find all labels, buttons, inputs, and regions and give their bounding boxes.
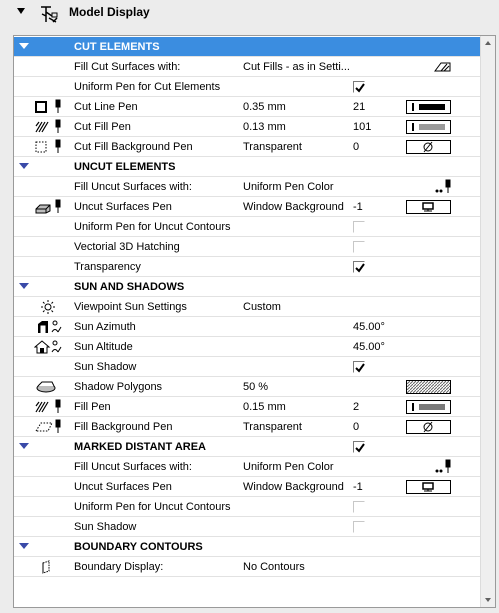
expand-arrow-icon[interactable] bbox=[19, 443, 29, 449]
fill-pen-icon bbox=[35, 399, 61, 413]
row-marked-uniform-pen-uncut-contours[interactable]: Uniform Pen for Uncut Contours bbox=[14, 497, 481, 517]
panel-title: Model Display bbox=[69, 5, 150, 19]
viewpoint-sun-settings-select[interactable]: Custom bbox=[243, 301, 281, 313]
scroll-up-arrow-icon[interactable] bbox=[485, 41, 491, 45]
boundary-display-select[interactable]: No Contours bbox=[243, 561, 305, 573]
cut-fill-pen-swatch[interactable] bbox=[406, 120, 451, 134]
cut-fill-background-pen-icon bbox=[35, 139, 61, 153]
shadow-fill-pen-number[interactable]: 2 bbox=[353, 401, 359, 413]
expand-arrow-icon[interactable] bbox=[19, 543, 29, 549]
sun-azimuth-value[interactable]: 45.00° bbox=[353, 321, 385, 333]
window-background-swatch[interactable] bbox=[406, 200, 451, 214]
row-fill-cut-surfaces[interactable]: Fill Cut Surfaces with: Cut Fills - as i… bbox=[14, 57, 481, 77]
row-fill-uncut-surfaces[interactable]: Fill Uncut Surfaces with: Uniform Pen Co… bbox=[14, 177, 481, 197]
row-cut-line-pen[interactable]: Cut Line Pen 0.35 mm 21 bbox=[14, 97, 481, 117]
cut-fill-pen-icon bbox=[35, 119, 61, 133]
cut-line-pen-swatch[interactable] bbox=[406, 100, 451, 114]
row-boundary-display[interactable]: Boundary Display: No Contours bbox=[14, 557, 481, 577]
section-marked-distant-area[interactable]: MARKED DISTANT AREA bbox=[14, 437, 481, 457]
marked-uniform-pen-uncut-contours-checkbox[interactable] bbox=[353, 501, 365, 513]
row-cut-fill-background-pen[interactable]: Cut Fill Background Pen Transparent 0 bbox=[14, 137, 481, 157]
uncut-surfaces-pen-icon bbox=[35, 199, 61, 214]
fill-cut-surfaces-select[interactable]: Cut Fills - as in Setti... bbox=[243, 61, 350, 73]
monitor-icon bbox=[422, 202, 434, 212]
row-transparency[interactable]: Transparency bbox=[14, 257, 481, 277]
row-vectorial-3d-hatching[interactable]: Vectorial 3D Hatching bbox=[14, 237, 481, 257]
expand-arrow-icon[interactable] bbox=[19, 163, 29, 169]
transparent-pen-swatch[interactable] bbox=[406, 420, 451, 434]
shadow-polygons-swatch[interactable] bbox=[406, 380, 451, 394]
boundary-display-icon bbox=[42, 560, 50, 574]
fill-uncut-surfaces-select[interactable]: Uniform Pen Color bbox=[243, 181, 333, 193]
uniform-pen-icon bbox=[435, 179, 451, 193]
row-marked-uncut-surfaces-pen[interactable]: Uncut Surfaces Pen Window Background -1 bbox=[14, 477, 481, 497]
transparency-checkbox[interactable] bbox=[353, 261, 365, 273]
row-uniform-pen-cut[interactable]: Uniform Pen for Cut Elements bbox=[14, 77, 481, 97]
vertical-scrollbar[interactable] bbox=[480, 36, 495, 607]
row-shadow-fill-pen[interactable]: Fill Pen 0.15 mm 2 bbox=[14, 397, 481, 417]
collapse-arrow-icon[interactable] bbox=[17, 8, 25, 14]
uniform-pen-icon bbox=[435, 459, 451, 473]
uniform-pen-uncut-contours-checkbox[interactable] bbox=[353, 221, 365, 233]
uncut-surfaces-pen-number[interactable]: -1 bbox=[353, 201, 363, 213]
sun-altitude-value[interactable]: 45.00° bbox=[353, 341, 385, 353]
sun-shadow-checkbox[interactable] bbox=[353, 361, 365, 373]
checkmark-icon bbox=[355, 443, 365, 453]
model-display-settings: CUT ELEMENTS Fill Cut Surfaces with: Cut… bbox=[13, 35, 496, 608]
shadow-fill-pen-swatch[interactable] bbox=[406, 400, 451, 414]
transparent-pen-swatch[interactable] bbox=[406, 140, 451, 154]
row-marked-fill-uncut-surfaces[interactable]: Fill Uncut Surfaces with: Uniform Pen Co… bbox=[14, 457, 481, 477]
cut-fill-option-icon bbox=[434, 62, 451, 72]
fill-background-pen-icon bbox=[35, 419, 61, 433]
sun-azimuth-icon bbox=[38, 320, 62, 333]
row-shadow-polygons[interactable]: Shadow Polygons 50 % bbox=[14, 377, 481, 397]
monitor-icon bbox=[422, 482, 434, 492]
cut-fill-pen-number[interactable]: 101 bbox=[353, 121, 371, 133]
row-uniform-pen-uncut-contours[interactable]: Uniform Pen for Uncut Contours bbox=[14, 217, 481, 237]
sun-icon bbox=[41, 300, 55, 314]
cut-line-pen-icon bbox=[35, 99, 61, 113]
checkmark-icon bbox=[355, 83, 365, 93]
row-uncut-surfaces-pen[interactable]: Uncut Surfaces Pen Window Background -1 bbox=[14, 197, 481, 217]
row-marked-sun-shadow[interactable]: Sun Shadow bbox=[14, 517, 481, 537]
row-sun-azimuth[interactable]: Sun Azimuth 45.00° bbox=[14, 317, 481, 337]
section-cut-elements[interactable]: CUT ELEMENTS bbox=[14, 37, 481, 57]
row-sun-shadow[interactable]: Sun Shadow bbox=[14, 357, 481, 377]
row-sun-altitude[interactable]: Sun Altitude 45.00° bbox=[14, 337, 481, 357]
row-viewpoint-sun-settings[interactable]: Viewpoint Sun Settings Custom bbox=[14, 297, 481, 317]
uniform-pen-cut-checkbox[interactable] bbox=[353, 81, 365, 93]
checkmark-icon bbox=[355, 363, 365, 373]
shadow-polygons-icon bbox=[36, 381, 56, 393]
section-boundary-contours[interactable]: BOUNDARY CONTOURS bbox=[14, 537, 481, 557]
row-cut-fill-pen[interactable]: Cut Fill Pen 0.13 mm 101 bbox=[14, 117, 481, 137]
section-sun-and-shadows[interactable]: SUN AND SHADOWS bbox=[14, 277, 481, 297]
expand-arrow-icon[interactable] bbox=[19, 43, 29, 49]
sun-altitude-icon bbox=[34, 340, 62, 354]
cut-line-pen-number[interactable]: 21 bbox=[353, 101, 365, 113]
row-shadow-fill-background-pen[interactable]: Fill Background Pen Transparent 0 bbox=[14, 417, 481, 437]
marked-uncut-surfaces-pen-number[interactable]: -1 bbox=[353, 481, 363, 493]
empty-set-icon bbox=[423, 421, 433, 433]
marked-distant-area-checkbox[interactable] bbox=[353, 441, 365, 453]
model-display-icon bbox=[41, 6, 58, 23]
window-background-swatch[interactable] bbox=[406, 480, 451, 494]
marked-sun-shadow-checkbox[interactable] bbox=[353, 521, 365, 533]
section-uncut-elements[interactable]: UNCUT ELEMENTS bbox=[14, 157, 481, 177]
cut-fill-background-pen-number[interactable]: 0 bbox=[353, 141, 359, 153]
marked-fill-uncut-surfaces-select[interactable]: Uniform Pen Color bbox=[243, 461, 333, 473]
checkmark-icon bbox=[355, 263, 365, 273]
panel-header[interactable]: Model Display bbox=[0, 0, 499, 34]
vectorial-3d-hatching-checkbox[interactable] bbox=[353, 241, 365, 253]
scroll-down-arrow-icon[interactable] bbox=[485, 598, 491, 602]
expand-arrow-icon[interactable] bbox=[19, 283, 29, 289]
empty-set-icon bbox=[423, 141, 433, 153]
shadow-fill-background-pen-number[interactable]: 0 bbox=[353, 421, 359, 433]
